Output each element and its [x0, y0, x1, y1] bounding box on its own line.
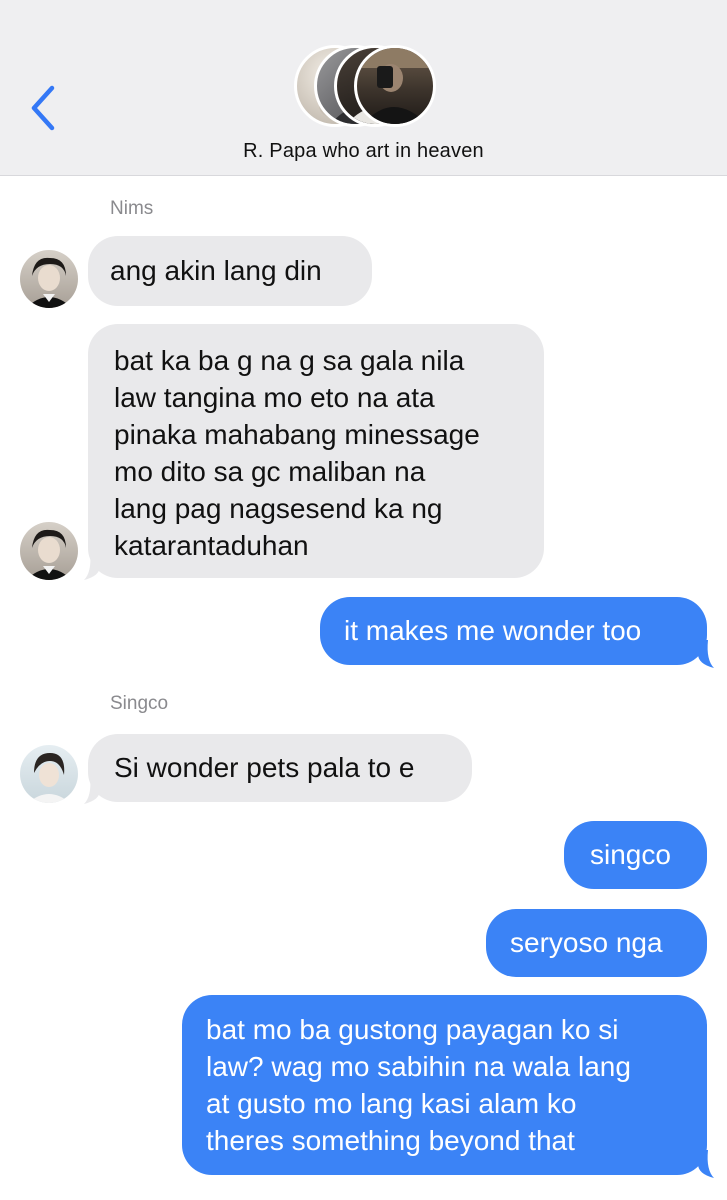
- bubble-tail: [84, 552, 100, 580]
- sender-name: Nims: [110, 198, 154, 219]
- message-bubble-incoming[interactable]: Si wonder pets pala to e: [88, 734, 472, 802]
- avatar[interactable]: [20, 250, 78, 308]
- avatar[interactable]: [20, 745, 78, 803]
- avatar[interactable]: [20, 522, 78, 580]
- message-bubble-outgoing[interactable]: bat mo ba gustong payagan ko si law? wag…: [182, 995, 707, 1175]
- sender-name: Singco: [110, 693, 169, 714]
- conversation-header: R. Papa who art in heaven: [0, 0, 727, 176]
- group-title[interactable]: R. Papa who art in heaven: [0, 140, 727, 163]
- member-avatar: [354, 45, 436, 127]
- bubble-tail: [698, 640, 714, 668]
- message-bubble-outgoing[interactable]: it makes me wonder too: [320, 597, 707, 665]
- bubble-tail: [698, 1150, 714, 1178]
- bubble-tail: [84, 776, 100, 804]
- message-bubble-incoming[interactable]: bat ka ba g na g sa gala nila law tangin…: [88, 324, 544, 578]
- chevron-left-icon[interactable]: [22, 80, 62, 136]
- message-bubble-outgoing[interactable]: seryoso nga: [486, 909, 707, 977]
- message-bubble-incoming[interactable]: ang akin lang din: [88, 236, 372, 306]
- message-bubble-outgoing[interactable]: singco: [564, 821, 707, 889]
- group-avatar-stack[interactable]: [294, 45, 436, 127]
